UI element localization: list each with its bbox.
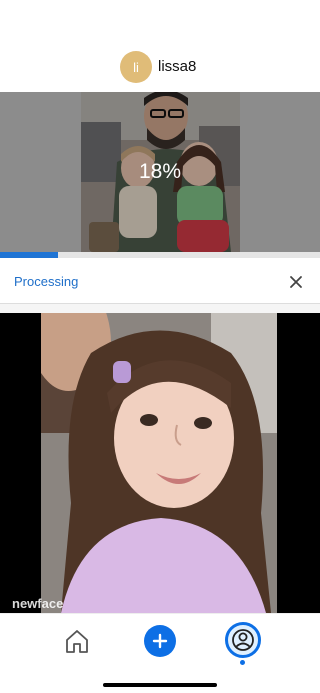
plus-icon[interactable] [144, 625, 176, 657]
upload-progress-text: 18% [138, 160, 182, 183]
avatar[interactable]: li [120, 51, 152, 83]
profile-icon[interactable] [225, 622, 261, 658]
username[interactable]: lissa8 [158, 58, 196, 75]
video-player[interactable]: newface [0, 313, 320, 613]
close-icon[interactable] [286, 272, 306, 292]
video-frame [41, 313, 277, 613]
divider [0, 304, 320, 313]
active-tab-indicator [240, 660, 245, 665]
processing-label: Processing [14, 274, 79, 289]
video-watermark: newface [12, 596, 64, 611]
header: li lissa8 [0, 0, 320, 92]
upload-preview: 18% [0, 92, 320, 252]
avatar-initials: li [133, 59, 139, 75]
processing-banner: Processing [0, 258, 320, 304]
bottom-nav [0, 613, 320, 693]
home-icon[interactable] [62, 626, 92, 656]
home-indicator [103, 683, 217, 687]
